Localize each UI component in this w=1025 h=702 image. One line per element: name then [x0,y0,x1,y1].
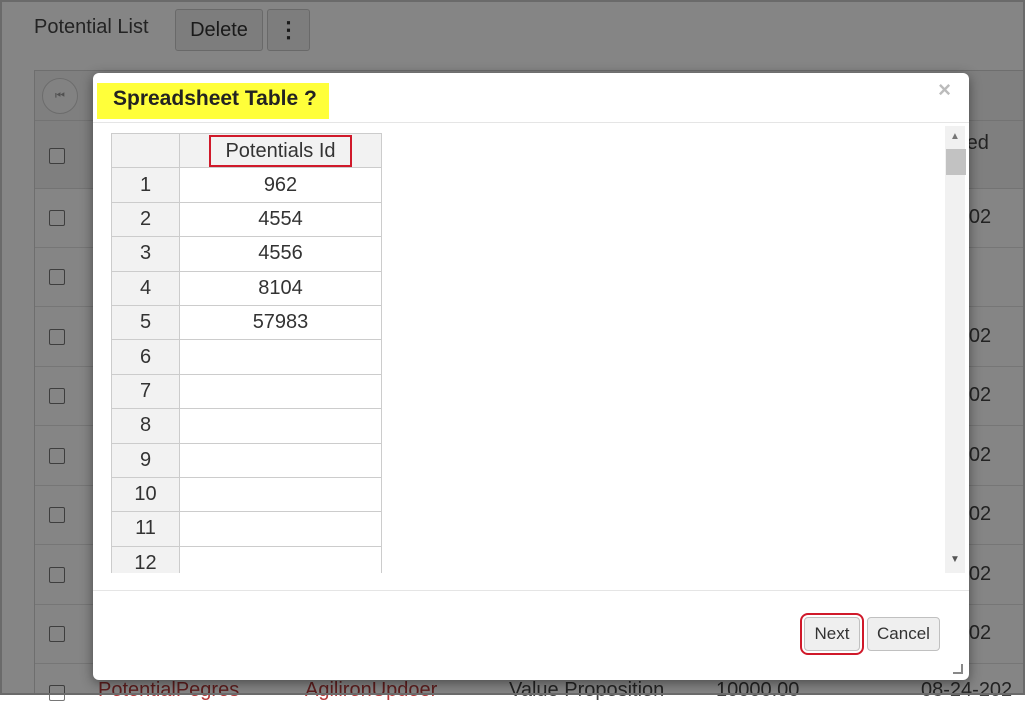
potential-id-cell[interactable] [179,408,382,444]
row-number[interactable]: 5 [111,304,180,341]
spreadsheet-row: 5 57983 [111,304,382,341]
potential-id-cell[interactable]: 4554 [179,201,382,238]
row-number[interactable]: 1 [111,167,180,203]
spreadsheet-dialog: Spreadsheet Table ? × Potentials Id 1 962… [93,73,969,680]
scroll-down-icon[interactable]: ▼ [950,554,960,565]
spreadsheet-row: 3 4556 [111,236,382,272]
potential-id-cell[interactable] [179,339,382,375]
spreadsheet-row: 11 [111,511,382,547]
potential-id-cell[interactable]: 4556 [179,236,382,272]
potential-id-cell[interactable] [179,476,382,513]
potential-id-cell[interactable]: 962 [179,167,382,203]
row-number[interactable]: 7 [111,373,180,410]
resize-handle-icon[interactable] [953,664,963,674]
spreadsheet-row: 4 8104 [111,270,382,306]
potential-id-cell[interactable]: 8104 [179,270,382,306]
row-number[interactable]: 11 [111,511,180,547]
column-header-label: Potentials Id [209,134,352,167]
row-number[interactable]: 10 [111,476,180,513]
row-number[interactable]: 4 [111,270,180,306]
spreadsheet-row: 7 [111,373,382,410]
spreadsheet-body: 1 962 2 4554 3 4556 4 8104 5 57983 6 7 8 9 10 11 12 [111,167,382,573]
potential-id-cell[interactable] [179,442,382,478]
potential-id-cell[interactable]: 57983 [179,304,382,341]
spreadsheet-row: 2 4554 [111,201,382,238]
spreadsheet-row: 10 [111,476,382,513]
spreadsheet-table: Potentials Id 1 962 2 4554 3 4556 4 8104 5 57983 6… [111,132,382,573]
column-header[interactable]: Potentials Id [179,132,382,169]
spreadsheet-row: 6 [111,339,382,375]
row-number[interactable]: 9 [111,442,180,478]
potential-id-cell[interactable] [179,373,382,410]
dialog-footer: Next Cancel [93,590,969,680]
dialog-title: Spreadsheet Table ? [97,83,329,119]
spreadsheet-row: 9 [111,442,382,478]
row-number[interactable]: 8 [111,408,180,444]
row-number[interactable]: 2 [111,201,180,238]
spreadsheet-row: 12 [111,545,382,573]
scroll-up-icon[interactable]: ▲ [950,131,960,142]
potential-id-cell[interactable] [179,545,382,573]
row-number[interactable]: 3 [111,236,180,272]
scroll-thumb[interactable] [946,149,966,175]
vertical-scrollbar[interactable]: ▲ ▼ [945,126,966,573]
potential-id-cell[interactable] [179,511,382,547]
cancel-button[interactable]: Cancel [867,617,940,651]
close-icon[interactable]: × [938,77,951,103]
next-button[interactable]: Next [800,613,864,655]
corner-cell[interactable] [111,132,180,169]
spreadsheet-row: 1 962 [111,167,382,203]
spreadsheet-row: 8 [111,408,382,444]
dialog-header: Spreadsheet Table ? × [93,73,969,123]
row-number[interactable]: 6 [111,339,180,375]
spreadsheet-area: Potentials Id 1 962 2 4554 3 4556 4 8104 5 57983 6… [108,126,964,573]
row-number[interactable]: 12 [111,545,180,573]
